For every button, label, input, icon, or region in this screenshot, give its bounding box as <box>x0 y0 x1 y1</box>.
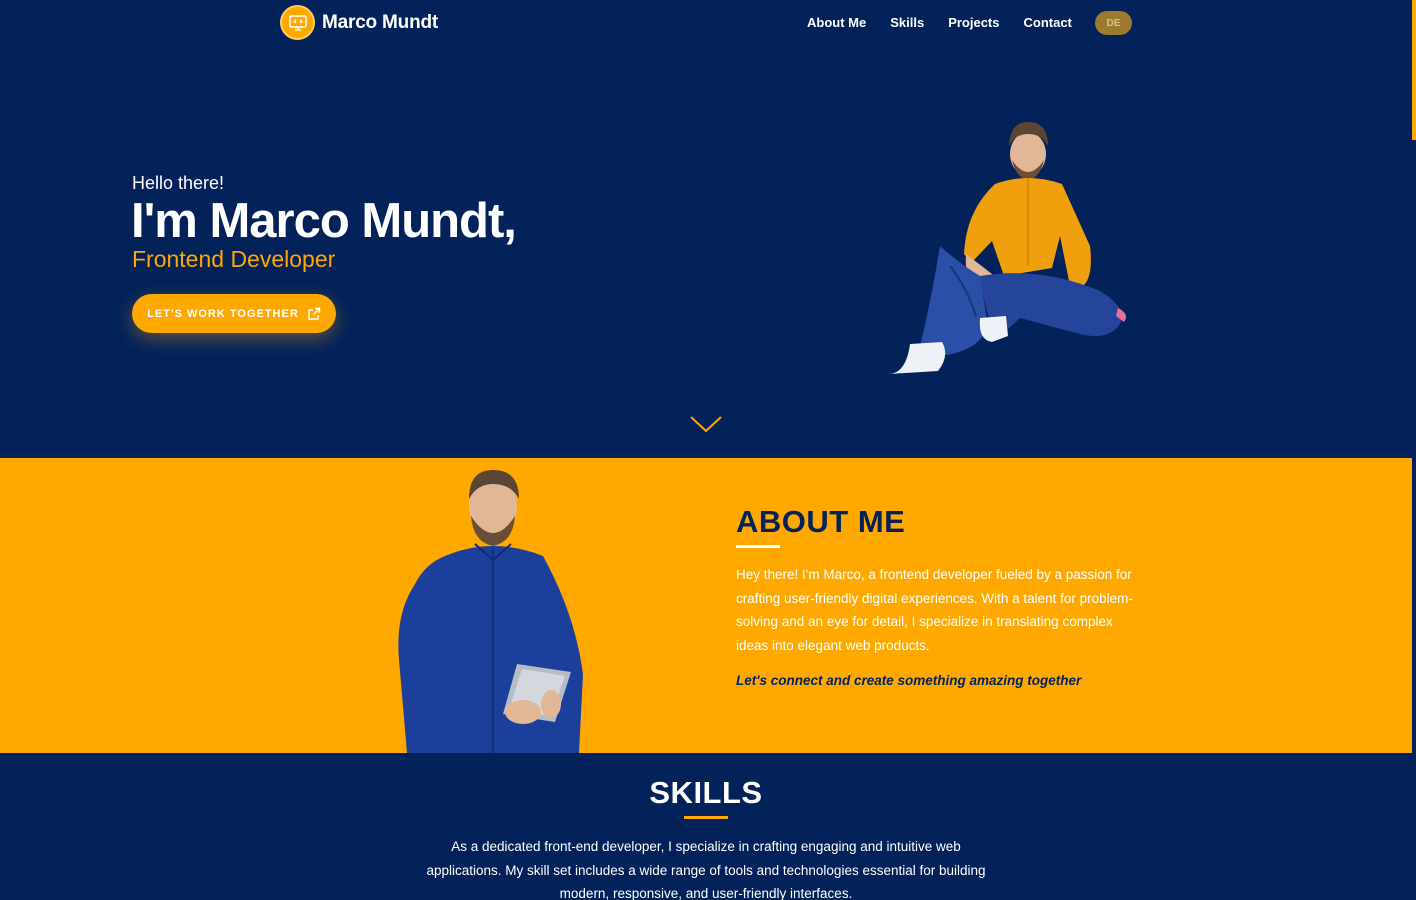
external-link-icon <box>308 307 320 320</box>
chevron-down-icon[interactable] <box>689 413 723 435</box>
main-nav: About Me Skills Projects Contact <box>807 15 1096 31</box>
skills-title: SKILLS <box>649 775 763 810</box>
work-together-button[interactable]: LET'S WORK TOGETHER <box>132 294 336 333</box>
brand[interactable]: Marco Mundt <box>280 5 438 40</box>
brand-name: Marco Mundt <box>322 11 439 33</box>
site-header: Marco Mundt About Me Skills Projects Con… <box>0 0 1416 46</box>
nav-about-me[interactable]: About Me <box>807 15 866 31</box>
cta-label: LET'S WORK TOGETHER <box>147 307 299 320</box>
hero-role: Frontend Developer <box>132 246 336 272</box>
nav-contact[interactable]: Contact <box>1024 15 1072 31</box>
about-title: ABOUT ME <box>736 504 906 539</box>
about-text: Hey there! I'm Marco, a frontend develop… <box>736 567 1133 653</box>
about-tagline: Let's connect and create something amazi… <box>736 673 1082 688</box>
portfolio-page: Marco Mundt About Me Skills Projects Con… <box>0 0 1416 900</box>
skills-text: As a dedicated front-end developer, I sp… <box>426 839 986 900</box>
scrollbar-thumb[interactable] <box>1412 0 1416 140</box>
nav-skills[interactable]: Skills <box>890 15 924 31</box>
skills-title-underline <box>684 816 728 819</box>
hero-portrait-image <box>888 122 1126 374</box>
monitor-code-icon <box>280 5 315 40</box>
hero-greeting: Hello there! <box>132 173 225 193</box>
hero-name: I'm Marco Mundt, <box>131 194 517 248</box>
language-toggle-button[interactable]: DE <box>1095 11 1132 35</box>
about-section: ABOUT ME Hey there! I'm Marco, a fronten… <box>0 458 1412 753</box>
about-portrait-image <box>398 470 583 753</box>
about-title-underline <box>736 545 780 548</box>
nav-projects[interactable]: Projects <box>948 15 999 31</box>
